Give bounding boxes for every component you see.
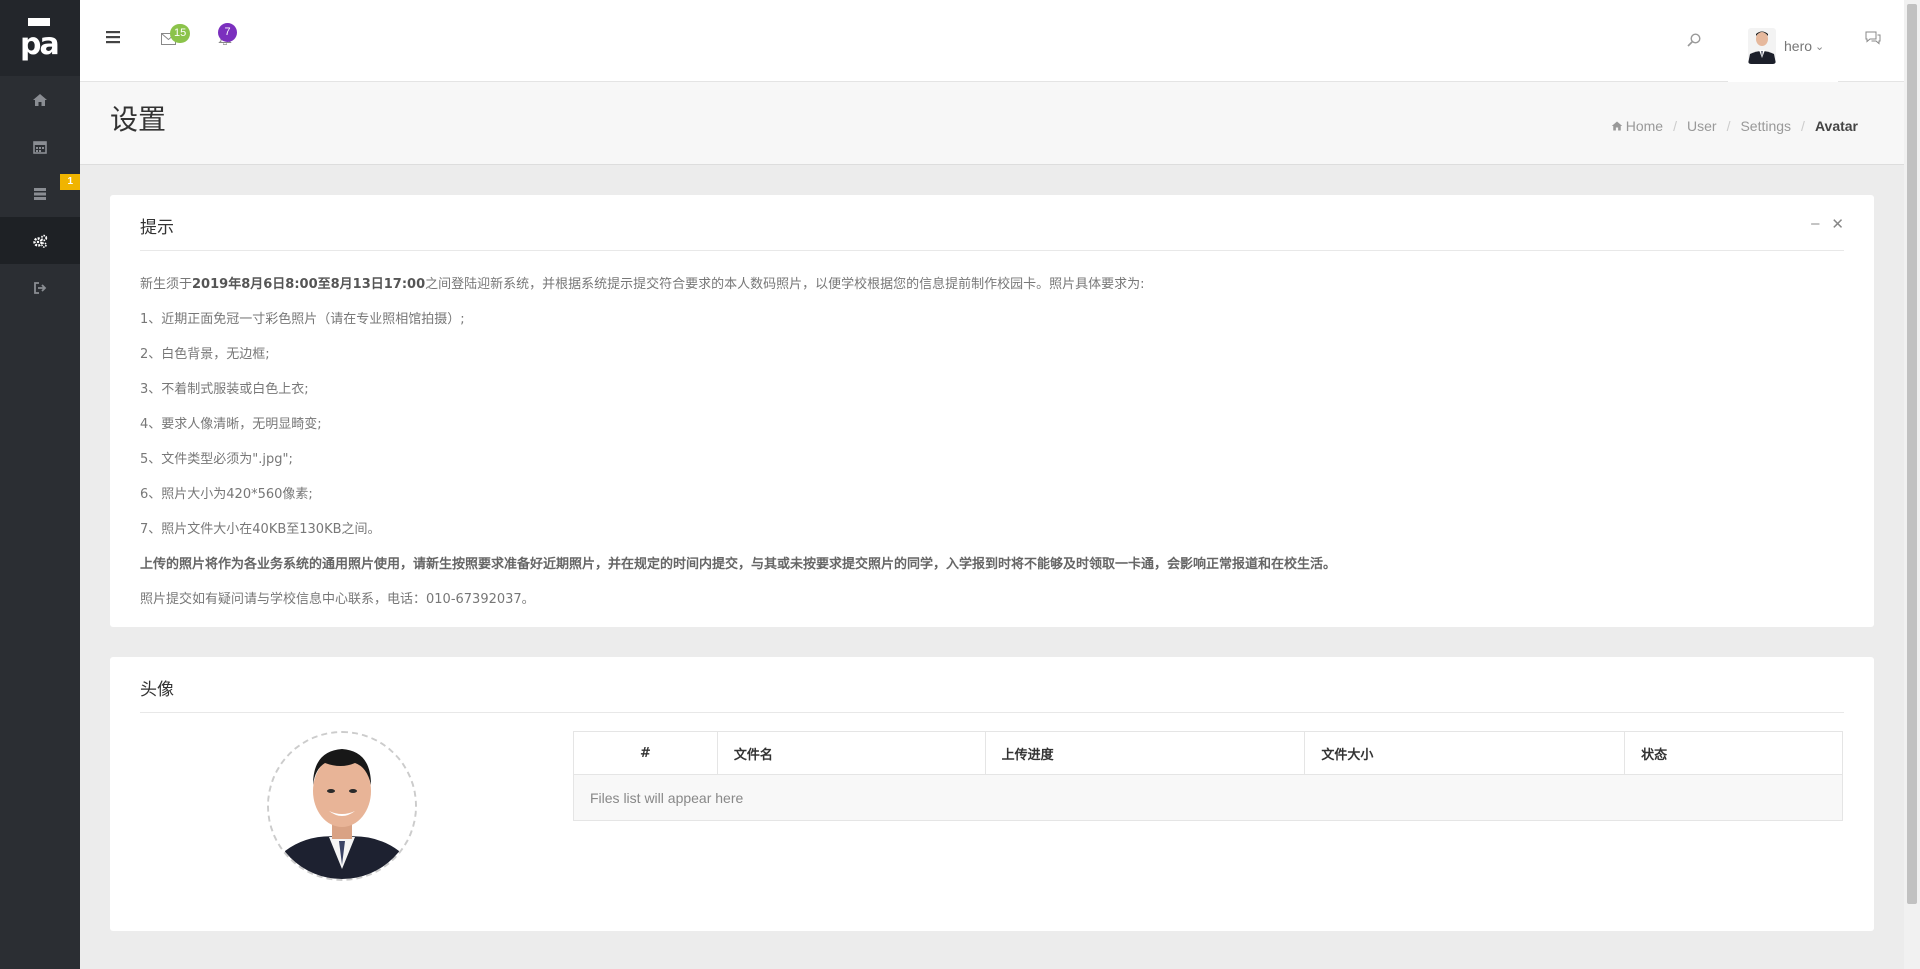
column-header-size: 文件大小 (1304, 731, 1626, 775)
username: hero (1784, 38, 1813, 54)
calendar-icon (33, 140, 47, 154)
chevron-down-icon: ⌄ (1815, 40, 1825, 53)
breadcrumb-user[interactable]: User (1687, 118, 1717, 134)
notice-rule: 6、照片大小为420*560像素; (140, 487, 313, 502)
sidebar: pa 1 (0, 0, 80, 969)
comments-icon (1865, 31, 1881, 45)
close-icon[interactable]: ✕ (1831, 215, 1844, 233)
notice-rule: 1、近期正面免冠一寸彩色照片（请在专业照相馆拍摄）; (140, 312, 465, 327)
messages-badge: 15 (170, 24, 191, 43)
messages-button[interactable]: 15 (161, 24, 191, 48)
notice-panel: 提示 – ✕ 新生须于2019年8月6日8:00至8月13日17:00之间登陆迎… (110, 195, 1874, 627)
chat-button[interactable] (1865, 31, 1881, 48)
breadcrumb-settings[interactable]: Settings (1740, 118, 1791, 134)
breadcrumb: Home / User / Settings / Avatar (1611, 118, 1858, 134)
files-table: # 文件名 上传进度 文件大小 状态 Files list will appea… (573, 731, 1843, 821)
sidebar-item-settings[interactable] (0, 217, 80, 264)
topbar: 15 7 hero ⌄ (80, 0, 1904, 82)
page-title: 设置 (110, 103, 167, 136)
avatar (1748, 28, 1776, 64)
notice-contact: 照片提交如有疑问请与学校信息中心联系，电话：010-67392037。 (140, 592, 535, 607)
server-icon (34, 187, 46, 200)
collapse-icon[interactable]: – (1811, 215, 1819, 233)
notifications-button[interactable]: 7 (218, 23, 237, 48)
avatar-panel-title: 头像 (140, 680, 174, 700)
app-logo[interactable]: pa (0, 0, 80, 76)
search-icon (1687, 33, 1701, 47)
notice-rule: 7、照片文件大小在40KB至130KB之间。 (140, 522, 381, 537)
notice-intro-date: 2019年8月6日8:00至8月13日17:00 (192, 277, 426, 292)
sidebar-item-logout[interactable] (0, 264, 80, 311)
notice-rule: 4、要求人像清晰，无明显畸变; (140, 417, 322, 432)
notice-rule: 2、白色背景，无边框; (140, 347, 270, 362)
logo-text: pa (20, 27, 60, 62)
user-menu[interactable]: hero ⌄ (1728, 10, 1838, 82)
home-icon (1611, 121, 1622, 131)
home-icon (33, 93, 47, 106)
sidebar-item-list[interactable]: 1 (0, 170, 80, 217)
notice-intro: 新生须于2019年8月6日8:00至8月13日17:00之间登陆迎新系统，并根据… (140, 277, 1145, 292)
breadcrumb-avatar: Avatar (1814, 118, 1858, 134)
files-empty-message: Files list will appear here (573, 774, 1843, 821)
page-header: 设置 Home / User / Settings / Avatar (80, 82, 1904, 165)
search-button[interactable] (1687, 33, 1701, 50)
notice-warning: 上传的照片将作为各业务系统的通用照片使用，请新生按照要求准备好近期照片，并在规定… (140, 557, 1337, 572)
notice-panel-title: 提示 (140, 218, 174, 238)
notice-rule: 3、不着制式服装或白色上衣; (140, 382, 309, 397)
gears-icon (33, 234, 48, 248)
breadcrumb-home[interactable]: Home (1626, 118, 1663, 134)
sidebar-badge: 1 (60, 174, 80, 190)
notice-rule: 5、文件类型必须为".jpg"; (140, 452, 293, 467)
column-header-progress: 上传进度 (984, 731, 1306, 775)
sign-out-icon (34, 281, 47, 294)
sidebar-item-home[interactable] (0, 76, 80, 123)
sidebar-item-calendar[interactable] (0, 123, 80, 170)
column-header-status: 状态 (1624, 731, 1843, 775)
avatar-panel: 头像 # 文件名 上传进度 文件大小 状态 Files list will ap… (110, 657, 1874, 931)
column-header-number: # (573, 731, 718, 775)
page-scrollbar[interactable] (1904, 0, 1920, 969)
scrollbar-thumb[interactable] (1907, 4, 1917, 904)
hamburger-icon (106, 31, 120, 44)
menu-toggle-button[interactable] (106, 30, 120, 47)
column-header-filename: 文件名 (716, 731, 986, 775)
avatar-preview[interactable] (267, 731, 417, 881)
notifications-badge: 7 (218, 23, 237, 42)
